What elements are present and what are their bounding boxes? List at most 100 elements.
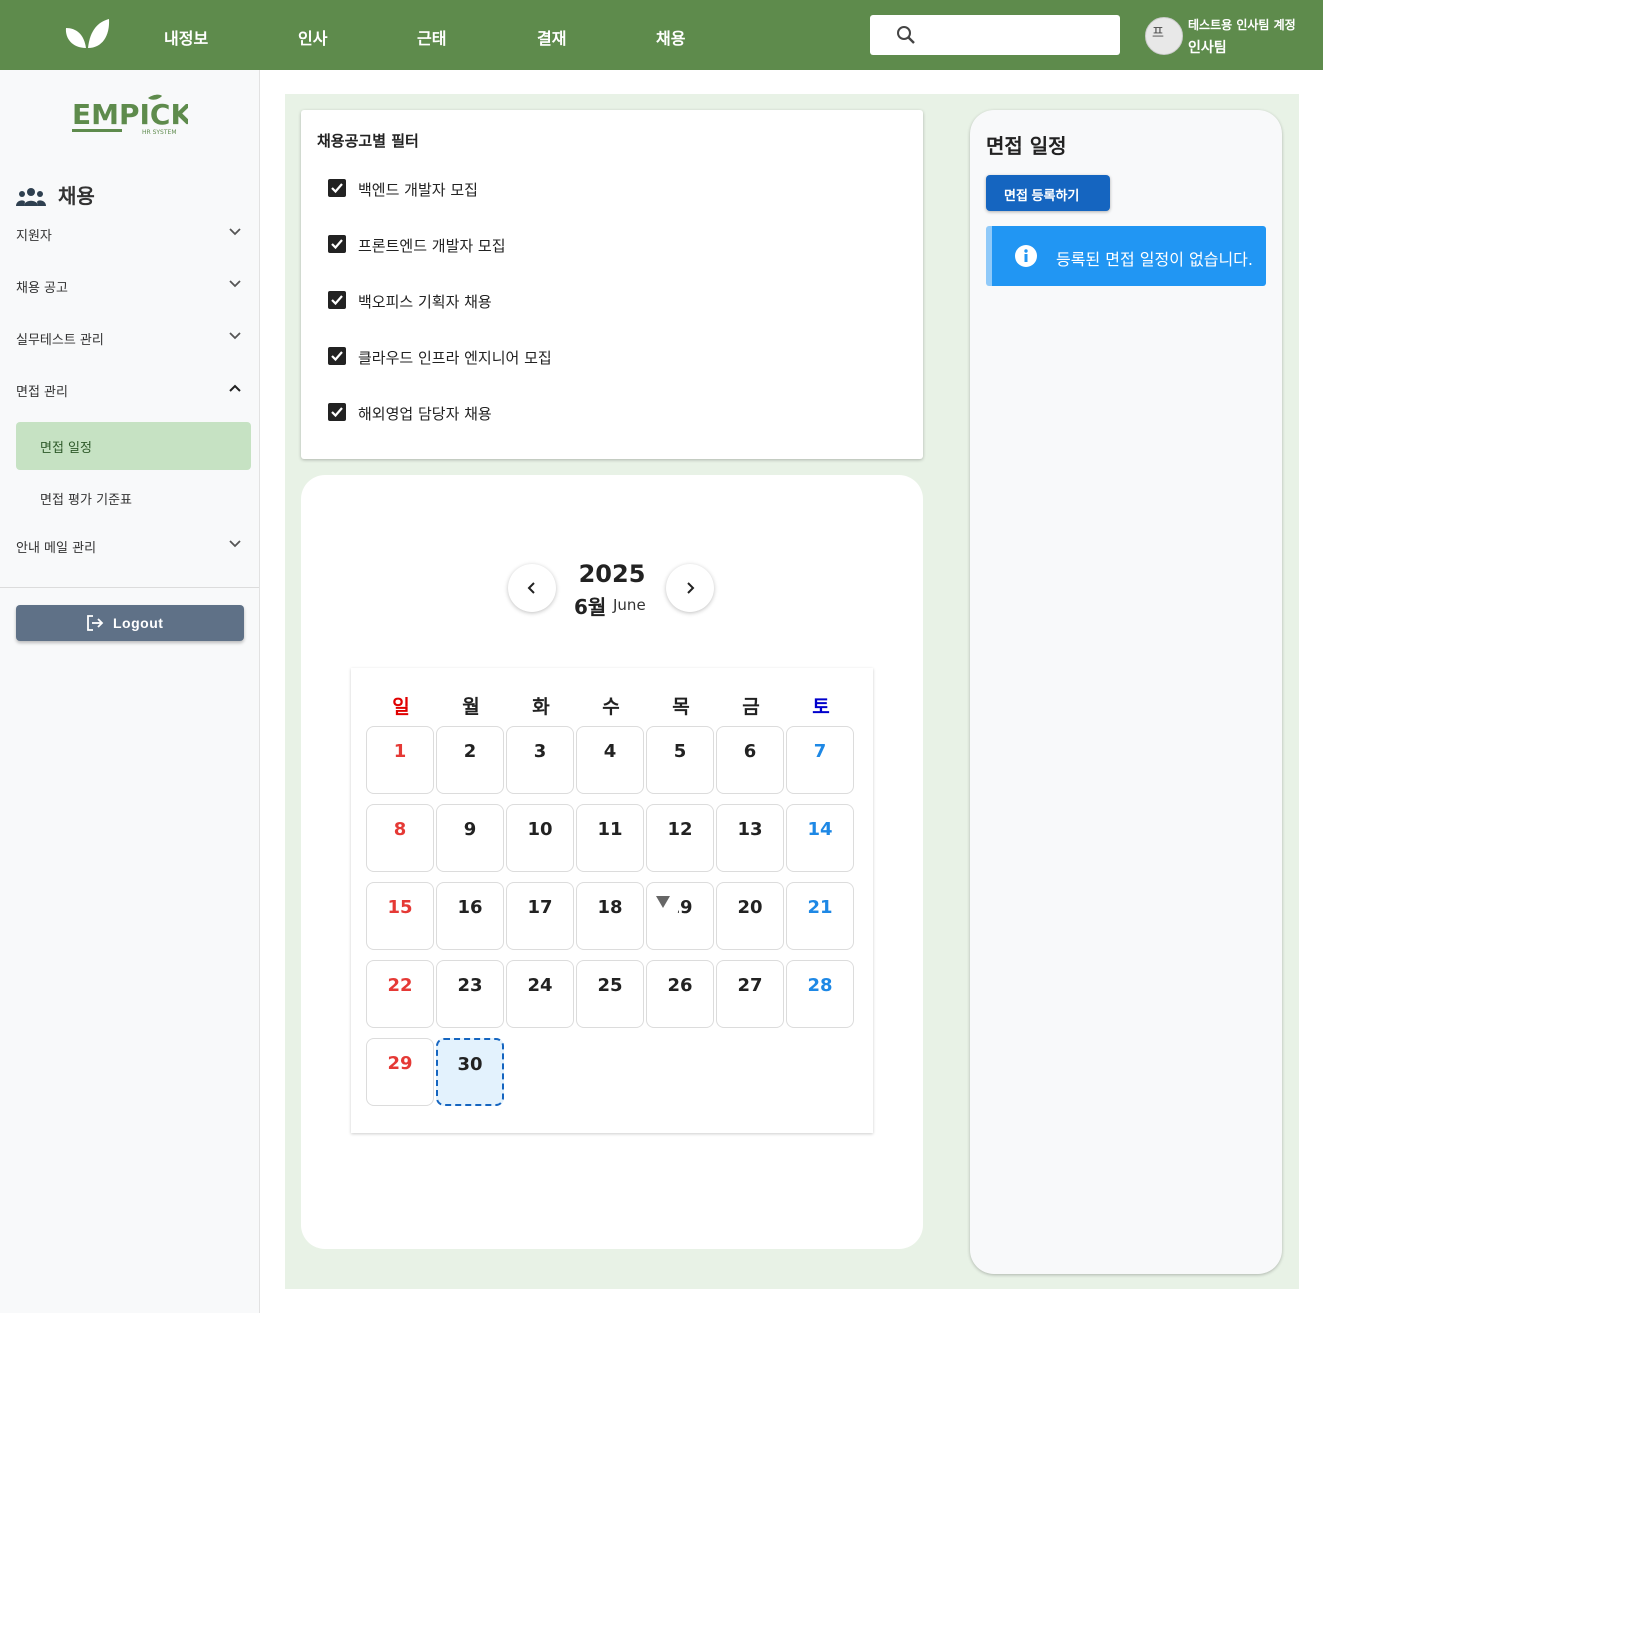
checkmark-icon bbox=[331, 407, 343, 418]
nav-approval[interactable]: 결재 bbox=[537, 25, 566, 49]
sidebar-item-label: 안내 메일 관리 bbox=[16, 541, 97, 556]
calendar-year: 2025 bbox=[578, 560, 646, 588]
calendar-day[interactable]: 28 bbox=[786, 960, 854, 1028]
empty-schedule-message: 등록된 면접 일정이 없습니다. bbox=[1056, 250, 1253, 269]
chevron-down-icon bbox=[229, 228, 241, 236]
calendar-day[interactable]: 25 bbox=[576, 960, 644, 1028]
people-icon bbox=[16, 188, 46, 206]
calendar-card: 2025 6월 June 일 월 화 수 목 금 토 1 2 3 4 5 6 7 8 9 10 11 12 13 14 1… bbox=[301, 475, 923, 1249]
calendar-day[interactable]: 10 bbox=[506, 804, 574, 872]
add-interview-button[interactable]: 면접 등록하기 bbox=[986, 175, 1110, 211]
avatar[interactable]: 프 bbox=[1145, 17, 1183, 55]
logout-button[interactable]: Logout bbox=[16, 605, 244, 641]
sidebar-item-job-postings[interactable]: 채용 공고 bbox=[16, 263, 242, 309]
calendar-day[interactable]: 11 bbox=[576, 804, 644, 872]
nav-hr[interactable]: 인사 bbox=[298, 25, 327, 49]
checkbox[interactable] bbox=[328, 179, 346, 197]
calendar-day[interactable]: 8 bbox=[366, 804, 434, 872]
next-month-button[interactable] bbox=[666, 564, 714, 612]
calendar-day[interactable]: 23 bbox=[436, 960, 504, 1028]
user-team: 인사팀 bbox=[1188, 40, 1227, 56]
weekday-header: 토 bbox=[812, 696, 830, 718]
weekday-header: 월 bbox=[462, 696, 480, 718]
sidebar-subitem-label: 면접 일정 bbox=[40, 441, 92, 456]
calendar-day[interactable]: 4 bbox=[576, 726, 644, 794]
job-posting-filter: 채용공고별 필터 백엔드 개발자 모집 프론트엔드 개발자 모집 백오피스 기획자 … bbox=[301, 110, 923, 459]
checkbox[interactable] bbox=[328, 291, 346, 309]
calendar-day[interactable]: 7 bbox=[786, 726, 854, 794]
weekday-header: 수 bbox=[602, 696, 620, 718]
filter-title: 채용공고별 필터 bbox=[317, 132, 419, 150]
sidebar-item-applicants[interactable]: 지원자 bbox=[16, 211, 242, 257]
calendar-day[interactable]: 24 bbox=[506, 960, 574, 1028]
logout-icon bbox=[87, 615, 104, 631]
weekday-header: 목 bbox=[672, 696, 690, 718]
chevron-down-icon bbox=[229, 332, 241, 340]
calendar-day[interactable]: 2 bbox=[436, 726, 504, 794]
calendar-day[interactable]: 26 bbox=[646, 960, 714, 1028]
checkbox-label: 백엔드 개발자 모집 bbox=[358, 181, 478, 199]
calendar-day[interactable]: 21 bbox=[786, 882, 854, 950]
sidebar-subitem-interview-criteria[interactable]: 면접 평가 기준표 bbox=[16, 474, 251, 522]
search-input[interactable] bbox=[870, 15, 1120, 55]
checkbox-label: 해외영업 담당자 채용 bbox=[358, 405, 492, 423]
leaf-logo-icon[interactable] bbox=[64, 18, 110, 50]
checkmark-icon bbox=[331, 295, 343, 306]
calendar-day[interactable]: 1 bbox=[366, 726, 434, 794]
chevron-up-icon bbox=[229, 384, 241, 392]
avatar-alt-text: 프 bbox=[1152, 26, 1164, 41]
calendar-grid: 일 월 화 수 목 금 토 1 2 3 4 5 6 7 8 9 10 11 12 13 14 15 16 17 18 19 20 21… bbox=[351, 668, 873, 1133]
weekday-header: 일 bbox=[392, 696, 410, 718]
chevron-right-icon bbox=[687, 582, 695, 594]
triangle-down-icon bbox=[656, 896, 670, 908]
panel-title: 면접 일정 bbox=[986, 134, 1067, 158]
calendar-day[interactable]: 12 bbox=[646, 804, 714, 872]
checkmark-icon bbox=[331, 239, 343, 250]
sidebar-section-title: 채용 bbox=[58, 184, 95, 208]
svg-text:HR SYSTEM: HR SYSTEM bbox=[142, 129, 177, 136]
chevron-down-icon bbox=[229, 540, 241, 548]
sidebar-item-label: 면접 관리 bbox=[16, 385, 68, 400]
sidebar-item-interview-management[interactable]: 면접 관리 bbox=[16, 367, 242, 413]
info-icon bbox=[1015, 245, 1037, 267]
checkbox-label: 프론트엔드 개발자 모집 bbox=[358, 237, 506, 255]
checkbox[interactable] bbox=[328, 403, 346, 421]
calendar-day[interactable]: 22 bbox=[366, 960, 434, 1028]
sidebar-subitem-interview-schedule[interactable]: 면접 일정 bbox=[16, 422, 251, 470]
calendar-day[interactable]: 14 bbox=[786, 804, 854, 872]
calendar-day[interactable]: 17 bbox=[506, 882, 574, 950]
calendar-day[interactable]: 27 bbox=[716, 960, 784, 1028]
calendar-day[interactable]: 16 bbox=[436, 882, 504, 950]
add-interview-label: 면접 등록하기 bbox=[1004, 188, 1080, 203]
nav-my-info[interactable]: 내정보 bbox=[164, 25, 208, 49]
dropdown-overlay[interactable] bbox=[648, 890, 678, 916]
weekday-header: 금 bbox=[742, 696, 760, 718]
checkbox[interactable] bbox=[328, 347, 346, 365]
user-department: 테스트용 인사팀 계정 bbox=[1188, 18, 1296, 32]
search-icon bbox=[897, 26, 915, 44]
calendar-day[interactable]: 15 bbox=[366, 882, 434, 950]
checkbox[interactable] bbox=[328, 235, 346, 253]
sidebar-item-label: 채용 공고 bbox=[16, 281, 68, 296]
calendar-day-today[interactable]: 30 bbox=[436, 1038, 504, 1106]
weekday-header: 화 bbox=[532, 696, 550, 718]
prev-month-button[interactable] bbox=[508, 564, 556, 612]
calendar-day[interactable]: 13 bbox=[716, 804, 784, 872]
calendar-month: 6월 bbox=[574, 595, 607, 619]
sidebar-item-guide-mail[interactable]: 안내 메일 관리 bbox=[16, 523, 242, 569]
calendar-day[interactable]: 3 bbox=[506, 726, 574, 794]
checkbox-label: 클라우드 인프라 엔지니어 모집 bbox=[358, 349, 552, 367]
calendar-day[interactable]: 29 bbox=[366, 1038, 434, 1106]
calendar-day[interactable]: 6 bbox=[716, 726, 784, 794]
nav-attendance[interactable]: 근태 bbox=[417, 25, 446, 49]
nav-recruit[interactable]: 채용 bbox=[656, 25, 685, 49]
calendar-day[interactable]: 5 bbox=[646, 726, 714, 794]
calendar-day[interactable]: 9 bbox=[436, 804, 504, 872]
calendar-day[interactable]: 20 bbox=[716, 882, 784, 950]
calendar-day[interactable]: 18 bbox=[576, 882, 644, 950]
sidebar-item-practical-tests[interactable]: 실무테스트 관리 bbox=[16, 315, 242, 361]
interview-schedule-panel: 면접 일정 면접 등록하기 등록된 면접 일정이 없습니다. bbox=[970, 110, 1282, 1274]
svg-text:EMPICK: EMPICK bbox=[72, 98, 188, 131]
chevron-down-icon bbox=[229, 280, 241, 288]
checkmark-icon bbox=[331, 351, 343, 362]
